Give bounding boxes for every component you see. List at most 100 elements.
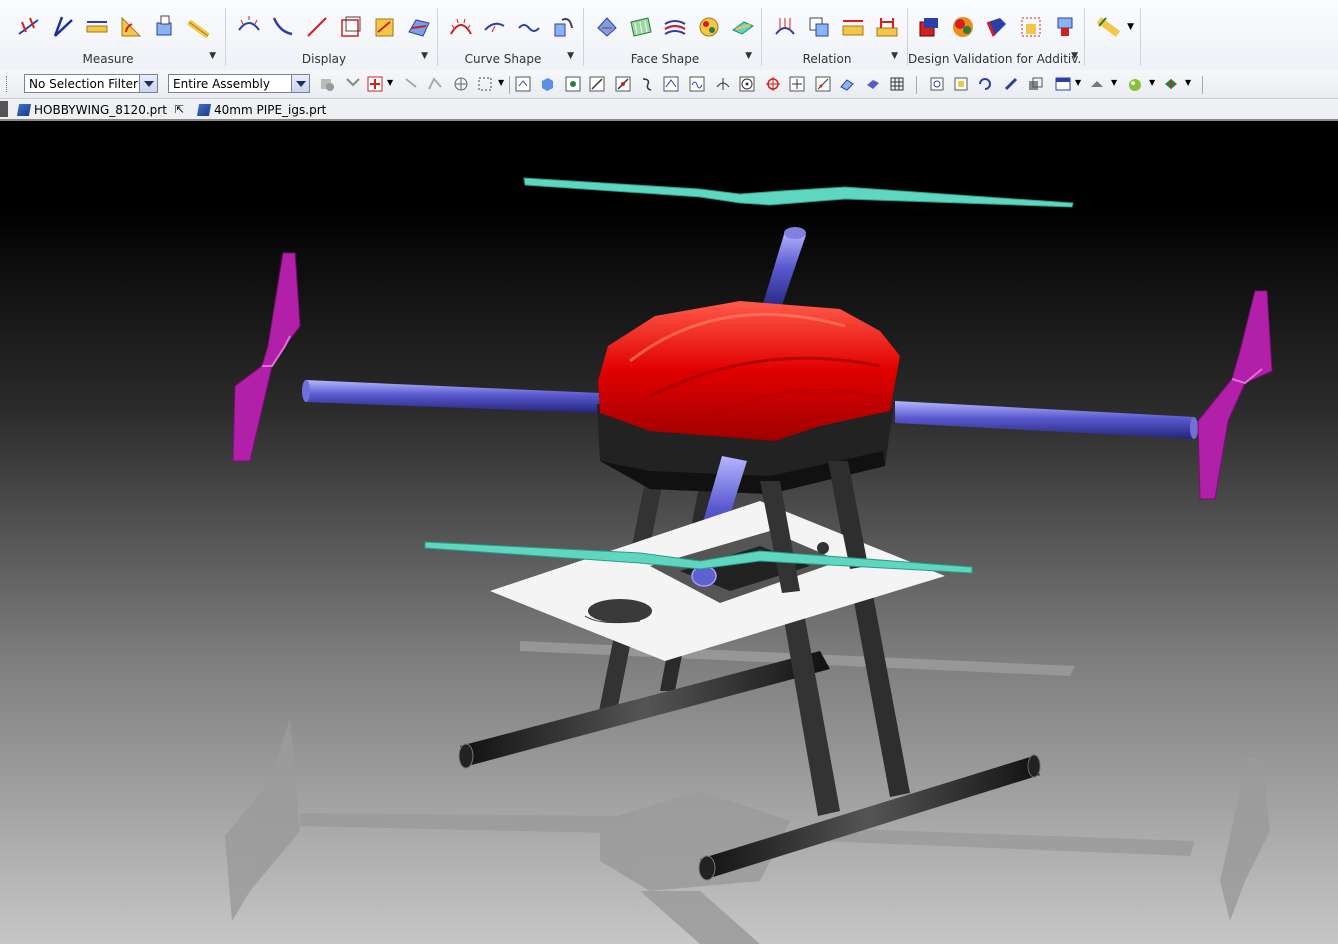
work-view-icon[interactable]	[1162, 75, 1180, 93]
chevron-down-icon[interactable]: ▼	[1185, 78, 1191, 87]
measure-radius-icon[interactable]	[116, 12, 146, 42]
measure-length-icon[interactable]	[82, 12, 112, 42]
filter-settings-icon[interactable]	[318, 75, 336, 93]
thickness-check-icon[interactable]	[948, 12, 978, 42]
reflection-icon[interactable]	[626, 12, 656, 42]
modified-indicator-icon: ⇱	[174, 103, 185, 116]
tab-hobbywing-8120[interactable]: HOBBYWING_8120.prt ⇱	[16, 101, 185, 118]
select-arrow-icon[interactable]	[402, 75, 420, 93]
measure-angle-icon[interactable]	[48, 12, 78, 42]
snap-bounded-grid-icon[interactable]	[838, 75, 856, 93]
selection-scope-value: Entire Assembly	[173, 77, 270, 91]
perspective-icon[interactable]	[1026, 75, 1044, 93]
snap-quadrant-icon[interactable]	[764, 75, 782, 93]
chevron-down-icon[interactable]: ▼	[1127, 22, 1134, 44]
select-body-icon[interactable]	[514, 75, 532, 93]
snap-point-on-face-icon[interactable]	[814, 75, 832, 93]
rotate-icon[interactable]	[976, 75, 994, 93]
curvature-comb-icon[interactable]	[234, 12, 264, 42]
graphics-viewport[interactable]	[0, 121, 1338, 944]
curve-display-icon[interactable]	[268, 12, 298, 42]
curve-analysis-icon[interactable]	[446, 12, 476, 42]
tab-40mm-pipe[interactable]: 40mm PIPE_igs.prt	[196, 101, 327, 118]
chevron-down-icon[interactable]: ▼	[1149, 78, 1155, 87]
build-volume-icon[interactable]	[1016, 12, 1046, 42]
grid-icon[interactable]	[888, 75, 906, 93]
curve-shape-more-icon[interactable]: ▼	[567, 51, 574, 61]
selection-filter-dropdown[interactable]: No Selection Filter	[24, 74, 158, 93]
measure-body-icon[interactable]	[150, 12, 180, 42]
propeller-left	[232, 252, 301, 462]
support-check-icon[interactable]	[982, 12, 1012, 42]
snap-on-curve-icon[interactable]	[714, 75, 732, 93]
rendering-style-icon[interactable]	[1054, 75, 1072, 93]
tab-label: 40mm PIPE_igs.prt	[214, 102, 327, 117]
face-section-icon[interactable]	[370, 12, 400, 42]
ribbon-toolbar: Measure ▼ Display ▼ Curve Shape ▼ Face S…	[0, 0, 1338, 71]
clearance-icon[interactable]	[838, 12, 868, 42]
grip-handle[interactable]	[6, 76, 10, 92]
measure-distance-icon[interactable]	[14, 12, 44, 42]
select-component-icon[interactable]	[452, 75, 470, 93]
selection-scope-dropdown[interactable]: Entire Assembly	[168, 74, 310, 93]
snap-face-icon[interactable]	[864, 75, 882, 93]
display-more-icon[interactable]: ▼	[421, 51, 428, 61]
zoom-icon[interactable]	[952, 75, 970, 93]
chevron-down-icon[interactable]: ▼	[1075, 78, 1081, 87]
chevron-down-icon[interactable]: ▼	[498, 78, 504, 87]
tape-measure-icon[interactable]	[184, 12, 214, 42]
snap-midpoint-icon[interactable]	[614, 75, 632, 93]
face-curvature-icon[interactable]	[592, 12, 622, 42]
propeller-right	[1197, 290, 1273, 500]
lighting-icon[interactable]	[1126, 75, 1144, 93]
tab-scroll-handle[interactable]	[0, 101, 8, 117]
chevron-down-icon[interactable]: ▼	[387, 78, 393, 87]
pan-icon[interactable]	[1002, 75, 1020, 93]
select-solid-icon[interactable]	[538, 75, 556, 93]
fit-view-icon[interactable]	[928, 75, 946, 93]
divider	[583, 8, 584, 66]
orientation-check-icon[interactable]	[1050, 12, 1080, 42]
face-draft-icon[interactable]	[694, 12, 724, 42]
surface-display-icon[interactable]	[404, 12, 434, 42]
line-display-icon[interactable]	[302, 12, 332, 42]
rectangle-select-icon[interactable]	[476, 75, 494, 93]
overhang-check-icon[interactable]	[914, 12, 944, 42]
face-radius-icon[interactable]	[728, 12, 758, 42]
relation-group-label: Relation	[802, 52, 852, 66]
deviation-gauge-icon[interactable]	[770, 12, 800, 42]
measure-group-label: Measure	[82, 52, 134, 66]
face-slope-icon[interactable]	[660, 12, 690, 42]
snap-point-icon[interactable]	[366, 75, 384, 93]
simple-interference-icon[interactable]	[804, 12, 834, 42]
curve-peaks-icon[interactable]	[514, 12, 544, 42]
snap-endpoint-icon[interactable]	[564, 75, 582, 93]
chevron-down-icon[interactable]	[291, 75, 309, 92]
curve-length-icon[interactable]	[548, 12, 578, 42]
chevron-down-icon[interactable]: ▼	[1111, 78, 1117, 87]
snap-intersection-icon[interactable]	[662, 75, 680, 93]
face-shape-more-icon[interactable]: ▼	[745, 51, 752, 61]
orient-view-icon[interactable]	[1088, 75, 1106, 93]
curve-shape-group-label: Curve Shape	[464, 52, 542, 66]
section-display-icon[interactable]	[336, 12, 366, 42]
select-features-icon[interactable]	[344, 75, 362, 93]
snap-curve-icon[interactable]	[688, 75, 706, 93]
propeller-rear	[523, 177, 1074, 208]
design-validation-more-icon[interactable]: ▼	[1071, 51, 1078, 61]
snap-control-point-icon[interactable]	[638, 75, 656, 93]
snap-center-icon[interactable]	[738, 75, 756, 93]
design-validation-group-label: Design Validation for Additiv...	[908, 52, 1082, 66]
curve-inflection-icon[interactable]	[480, 12, 510, 42]
relation-more-icon[interactable]: ▼	[891, 51, 898, 61]
measure-more-icon[interactable]: ▼	[209, 51, 216, 61]
snap-existing-point-icon[interactable]	[788, 75, 806, 93]
gap-icon[interactable]	[872, 12, 902, 42]
snap-line-icon[interactable]	[588, 75, 606, 93]
arm-left	[305, 380, 600, 413]
select-chain-icon[interactable]	[426, 75, 444, 93]
chevron-down-icon[interactable]	[139, 75, 157, 92]
tape-measure-icon[interactable]	[1094, 12, 1123, 42]
part-file-icon	[16, 103, 32, 116]
arm-right	[895, 401, 1195, 439]
